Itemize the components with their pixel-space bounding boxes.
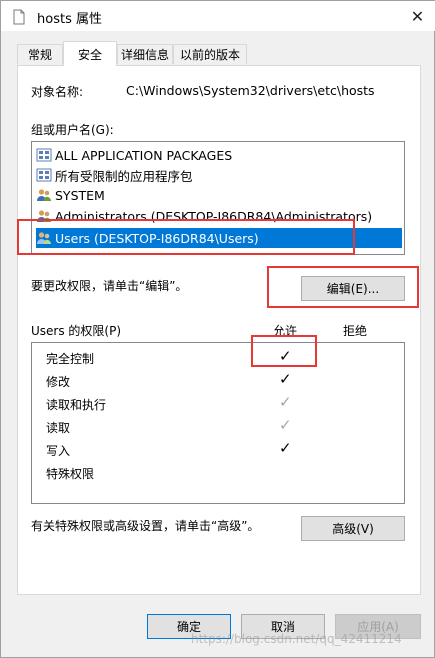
allow-check-icon[interactable]: ✓ [279,416,292,434]
advanced-hint: 有关特殊权限或高级设置，请单击“高级”。 [31,519,260,533]
advanced-button[interactable]: 高级(V) [301,516,405,541]
close-icon: ✕ [410,6,425,26]
group-user-list[interactable]: ALL APPLICATION PACKAGES 所有受限制的应用程序包 SYS… [31,141,405,255]
allow-check-icon[interactable]: ✓ [279,393,292,411]
users-icon [37,210,51,222]
object-name-value: C:\Windows\System32\drivers\etc\hosts [126,83,375,98]
edit-button[interactable]: 编辑(E)... [301,276,405,301]
permissions-label: Users 的权限(P) [31,324,122,338]
permission-name: 读取 [46,421,71,435]
allow-check-icon[interactable]: ✓ [279,347,292,365]
permission-name: 特殊权限 [46,467,95,481]
group-list-label: 组或用户名(G): [31,123,114,137]
permission-name: 修改 [46,375,71,389]
file-icon [13,9,25,25]
object-name-label: 对象名称: [31,85,84,99]
permission-name: 读取和执行 [46,398,107,412]
allow-check-icon[interactable]: ✓ [279,439,292,457]
list-item[interactable]: 所有受限制的应用程序包 [36,165,402,185]
allow-check-icon[interactable]: ✓ [279,370,292,388]
watermark-text: https://blog.csdn.net/qq_42411214 [191,632,402,646]
tab-general[interactable]: 常规 [17,44,63,64]
list-item[interactable]: ALL APPLICATION PACKAGES [36,145,402,165]
permissions-list: 完全控制 ✓ 修改 ✓ 读取和执行 ✓ 读取 ✓ 写入 ✓ 特殊权限 [31,342,405,504]
users-icon [37,232,51,244]
title-bar: hosts 属性 ✕ [1,1,435,31]
list-item[interactable]: SYSTEM [36,185,402,205]
tab-previous-versions[interactable]: 以前的版本 [173,44,247,64]
window-title: hosts 属性 [37,12,102,27]
tab-security[interactable]: 安全 [63,41,117,66]
deny-column-header: 拒绝 [343,324,368,338]
app-packages-icon [36,148,52,162]
list-item-selected[interactable]: Users (DESKTOP-I86DR84\Users) [36,228,402,248]
permission-name: 完全控制 [46,352,95,366]
close-button[interactable]: ✕ [399,1,435,31]
edit-hint: 要更改权限，请单击“编辑”。 [31,279,188,293]
users-icon [37,189,51,201]
tab-details[interactable]: 详细信息 [117,44,173,64]
permission-name: 写入 [46,444,71,458]
properties-window: hosts 属性 ✕ 常规 安全 详细信息 以前的版本 对象名称: C:\Win… [0,0,435,658]
app-packages-icon [36,168,52,182]
allow-column-header: 允许 [273,324,298,338]
list-item[interactable]: Administrators (DESKTOP-I86DR84\Administ… [36,206,402,226]
